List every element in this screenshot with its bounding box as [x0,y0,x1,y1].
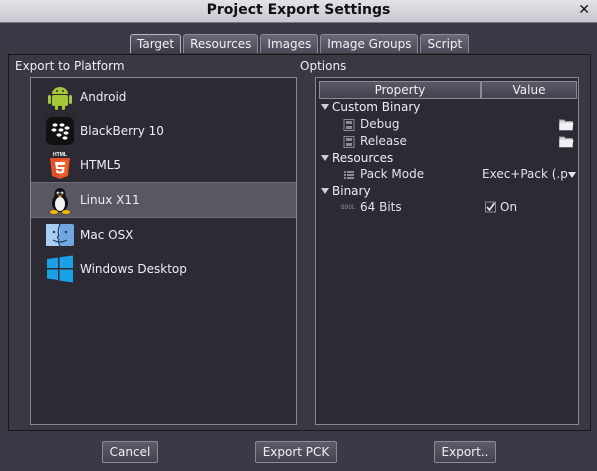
option-row-debug[interactable]: Debug [316,116,578,133]
platform-item-mac[interactable]: Mac OSX [31,218,296,252]
platform-label: BlackBerry 10 [80,124,164,138]
title-bar: Project Export Settings ✕ [0,0,597,23]
export-pck-button[interactable]: Export PCK [255,441,337,463]
option-row-pack-mode[interactable]: Pack Mode Exec+Pack (.p [316,166,578,183]
export-button[interactable]: Export.. [434,441,496,463]
linux-icon [46,186,74,214]
export-to-platform-label: Export to Platform [15,59,125,73]
platform-item-html5[interactable]: HTML HTML5 [31,148,296,182]
bool-icon: BOOL [341,204,356,211]
pack-mode-dropdown[interactable]: Exec+Pack (.p [482,166,568,183]
group-resources[interactable]: Resources [316,150,578,167]
tab-target[interactable]: Target [130,34,182,53]
html5-icon: HTML [46,151,74,179]
checkbox-checked-icon[interactable] [485,201,496,218]
collapse-arrow-icon [321,104,329,110]
android-icon [46,83,74,111]
collapse-arrow-icon [321,188,329,194]
platform-list: Android BlackBerry 10 HTML HTML5 Linux X… [30,77,297,425]
platform-item-windows[interactable]: Windows Desktop [31,252,296,286]
property-column-header[interactable]: Property [319,81,481,99]
platform-item-blackberry[interactable]: BlackBerry 10 [31,114,296,148]
tab-script[interactable]: Script [420,34,470,53]
options-panel: Property Value Custom Binary Debug Relea… [315,77,579,425]
window-title: Project Export Settings [206,2,391,18]
platform-label: HTML5 [80,158,122,172]
option-label: 64 Bits [360,200,402,214]
tab-images[interactable]: Images [260,34,319,53]
close-icon[interactable]: ✕ [578,2,590,18]
platform-item-linux[interactable]: Linux X11 [31,182,296,218]
group-label: Binary [332,184,371,198]
option-label: Debug [360,117,400,131]
svg-text:HTML: HTML [53,152,67,158]
platform-item-android[interactable]: Android [31,80,296,114]
options-label: Options [300,59,347,73]
platform-label: Linux X11 [80,193,140,207]
group-label: Custom Binary [332,100,421,114]
option-label: Release [360,134,407,148]
platform-label: Windows Desktop [80,262,187,276]
mac-icon [46,221,74,249]
platform-label: Android [80,90,127,104]
cancel-button[interactable]: Cancel [102,441,158,463]
option-row-release[interactable]: Release [316,133,578,150]
group-custom-binary[interactable]: Custom Binary [316,99,578,116]
tab-bar: Target Resources Images Image Groups Scr… [130,34,471,53]
value-column-header[interactable]: Value [481,81,577,99]
option-row-64-bits[interactable]: BOOL 64 Bits On [316,199,578,216]
tab-resources[interactable]: Resources [183,34,259,53]
blackberry-icon [46,117,74,145]
option-value: On [500,200,518,214]
windows-icon [46,255,74,283]
group-label: Resources [332,151,394,165]
platform-label: Mac OSX [80,228,134,242]
collapse-arrow-icon [321,155,329,161]
dropdown-arrow-icon[interactable] [568,172,576,178]
option-label: Pack Mode [360,167,425,181]
group-binary[interactable]: Binary [316,183,578,200]
tab-image-groups[interactable]: Image Groups [320,34,419,53]
